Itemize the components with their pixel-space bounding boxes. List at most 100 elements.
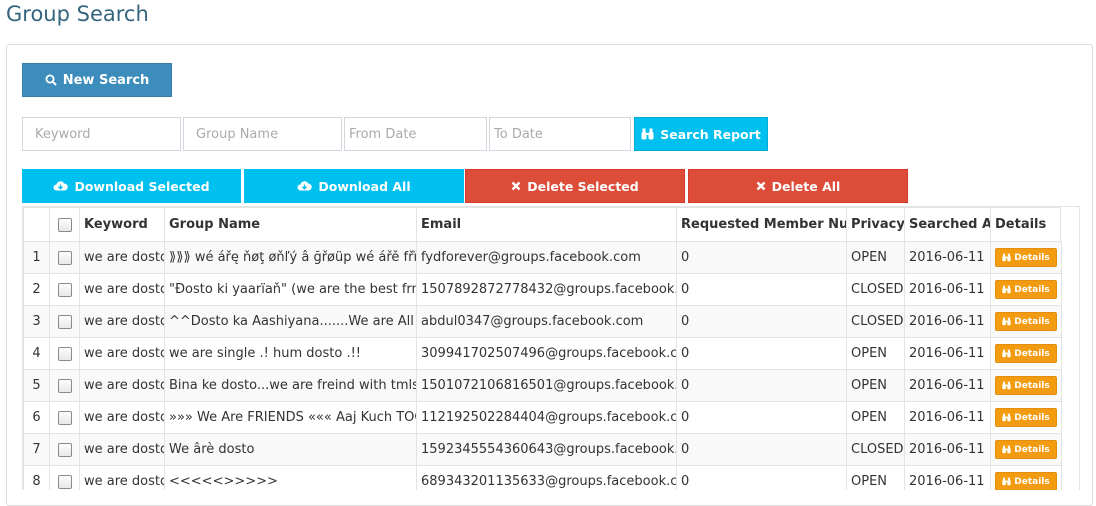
group-name-input[interactable]: [183, 117, 342, 151]
close-icon: [756, 181, 766, 191]
keyword-cell: we are dosto: [79, 401, 165, 434]
group-name-cell: <<<<<>>>>>: [164, 465, 417, 490]
search-report-button[interactable]: Search Report: [634, 117, 768, 151]
row-checkbox[interactable]: [57, 442, 72, 457]
details-button[interactable]: Details: [995, 472, 1057, 490]
email-cell: abdul0347@groups.facebook.com: [416, 305, 677, 338]
requested-member-cell: 0: [676, 273, 847, 306]
email-cell: 309941702507496@groups.facebook.com: [416, 337, 677, 370]
table-row: 8 we are dosto <<<<<>>>>> 689343201135633@g…: [23, 465, 1062, 490]
select-all-checkbox-cell: [49, 207, 80, 242]
email-cell: fydforever@groups.facebook.com: [416, 241, 677, 274]
table-row: 4 we are dosto we are single .! hum dosto …: [23, 337, 1062, 370]
details-cell: Details: [990, 369, 1062, 402]
row-number: 5: [23, 369, 50, 402]
details-button-label: Details: [1014, 348, 1050, 359]
cloud-download-icon: [297, 180, 313, 192]
searched-at-cell: 2016-06-11: [904, 337, 991, 370]
details-button[interactable]: Details: [995, 312, 1057, 331]
from-date-input[interactable]: [344, 117, 487, 151]
details-button[interactable]: Details: [995, 408, 1057, 427]
table-row: 7 we are dosto We ârè dosto 159234555436064…: [23, 433, 1062, 466]
row-checkbox[interactable]: [57, 378, 72, 393]
requested-member-cell: 0: [676, 305, 847, 338]
requested-member-cell: 0: [676, 465, 847, 490]
keyword-header[interactable]: Keyword: [79, 207, 165, 242]
details-button[interactable]: Details: [995, 280, 1057, 299]
details-button[interactable]: Details: [995, 440, 1057, 459]
details-cell: Details: [990, 465, 1062, 490]
group-name-cell: we are single .! hum dosto .!!: [164, 337, 417, 370]
table-row: 5 we are dosto Bina ke dosto...we are frei…: [23, 369, 1062, 402]
binoculars-icon: [641, 128, 654, 140]
results-table-container[interactable]: Keyword Group Name Email Requested Membe…: [22, 206, 1080, 490]
privacy-cell: OPEN: [846, 337, 905, 370]
details-button[interactable]: Details: [995, 344, 1057, 363]
row-number: 1: [23, 241, 50, 274]
cloud-download-icon: [53, 180, 69, 192]
download-all-label: Download All: [318, 178, 411, 194]
email-header[interactable]: Email: [416, 207, 677, 242]
row-checkbox[interactable]: [57, 250, 72, 265]
searched-at-cell: 2016-06-11: [904, 401, 991, 434]
row-checkbox-cell: [49, 369, 80, 402]
to-date-input[interactable]: [489, 117, 631, 151]
row-number: 4: [23, 337, 50, 370]
details-header: Details: [990, 207, 1062, 242]
searched-at-cell: 2016-06-11: [904, 305, 991, 338]
row-checkbox[interactable]: [57, 410, 72, 425]
download-all-button[interactable]: Download All: [244, 169, 464, 203]
details-cell: Details: [990, 337, 1062, 370]
requested-member-cell: 0: [676, 433, 847, 466]
table-row: 3 we are dosto ^^Dosto ka Aashiyana.......…: [23, 305, 1062, 338]
keyword-cell: we are dosto: [79, 273, 165, 306]
delete-all-label: Delete All: [771, 178, 841, 194]
binoculars-icon: [1002, 477, 1011, 486]
privacy-cell: OPEN: [846, 465, 905, 490]
group-name-cell: "Ðosto ki yaarïaň" (we are the best frnd…: [164, 273, 417, 306]
privacy-cell: OPEN: [846, 241, 905, 274]
details-button[interactable]: Details: [995, 376, 1057, 395]
searched-at-cell: 2016-06-11: [904, 465, 991, 490]
privacy-header[interactable]: Privacy: [846, 207, 905, 242]
row-checkbox[interactable]: [57, 474, 72, 489]
details-cell: Details: [990, 273, 1062, 306]
keyword-cell: we are dosto: [79, 465, 165, 490]
table-header-row: Keyword Group Name Email Requested Membe…: [23, 207, 1062, 242]
binoculars-icon: [1002, 285, 1011, 294]
new-search-label: New Search: [62, 72, 150, 88]
privacy-cell: OPEN: [846, 369, 905, 402]
new-search-button[interactable]: New Search: [22, 63, 172, 97]
privacy-cell: CLOSED: [846, 273, 905, 306]
details-button-label: Details: [1014, 380, 1050, 391]
table-row: 1 we are dosto ⟫⟫⟫ wé ářę ňøţ øňľý â ğřøüp…: [23, 241, 1062, 274]
binoculars-icon: [1002, 349, 1011, 358]
group-name-cell: ⟫⟫⟫ wé ářę ňøţ øňľý â ğřøüp wé ářě fřïěň…: [164, 241, 417, 274]
email-cell: 1592345554360643@groups.facebook.com: [416, 433, 677, 466]
row-checkbox[interactable]: [57, 346, 72, 361]
row-number: 8: [23, 465, 50, 490]
details-cell: Details: [990, 305, 1062, 338]
scrollbar[interactable]: [1060, 207, 1079, 241]
requested-member-cell: 0: [676, 241, 847, 274]
group-name-cell: »»» We Are FRIENDS ««« Aaj Kuch TOOFNI K: [164, 401, 417, 434]
row-checkbox[interactable]: [57, 314, 72, 329]
details-button[interactable]: Details: [995, 248, 1057, 267]
download-selected-button[interactable]: Download Selected: [22, 169, 241, 203]
searched-at-header[interactable]: Searched At: [904, 207, 991, 242]
row-number: 2: [23, 273, 50, 306]
delete-all-button[interactable]: Delete All: [688, 169, 908, 203]
requested-member-header[interactable]: Requested Member Number: [676, 207, 847, 242]
details-button-label: Details: [1014, 284, 1050, 295]
row-checkbox-cell: [49, 337, 80, 370]
binoculars-icon: [1002, 413, 1011, 422]
group-name-cell: We ârè dosto: [164, 433, 417, 466]
row-checkbox[interactable]: [57, 282, 72, 297]
details-button-label: Details: [1014, 316, 1050, 327]
delete-selected-button[interactable]: Delete Selected: [465, 169, 685, 203]
row-number-header: [23, 207, 50, 242]
group-name-header[interactable]: Group Name: [164, 207, 417, 242]
keyword-input[interactable]: [22, 117, 181, 151]
select-all-checkbox[interactable]: [57, 217, 72, 232]
group-name-cell: ^^Dosto ka Aashiyana.......We are All lo…: [164, 305, 417, 338]
